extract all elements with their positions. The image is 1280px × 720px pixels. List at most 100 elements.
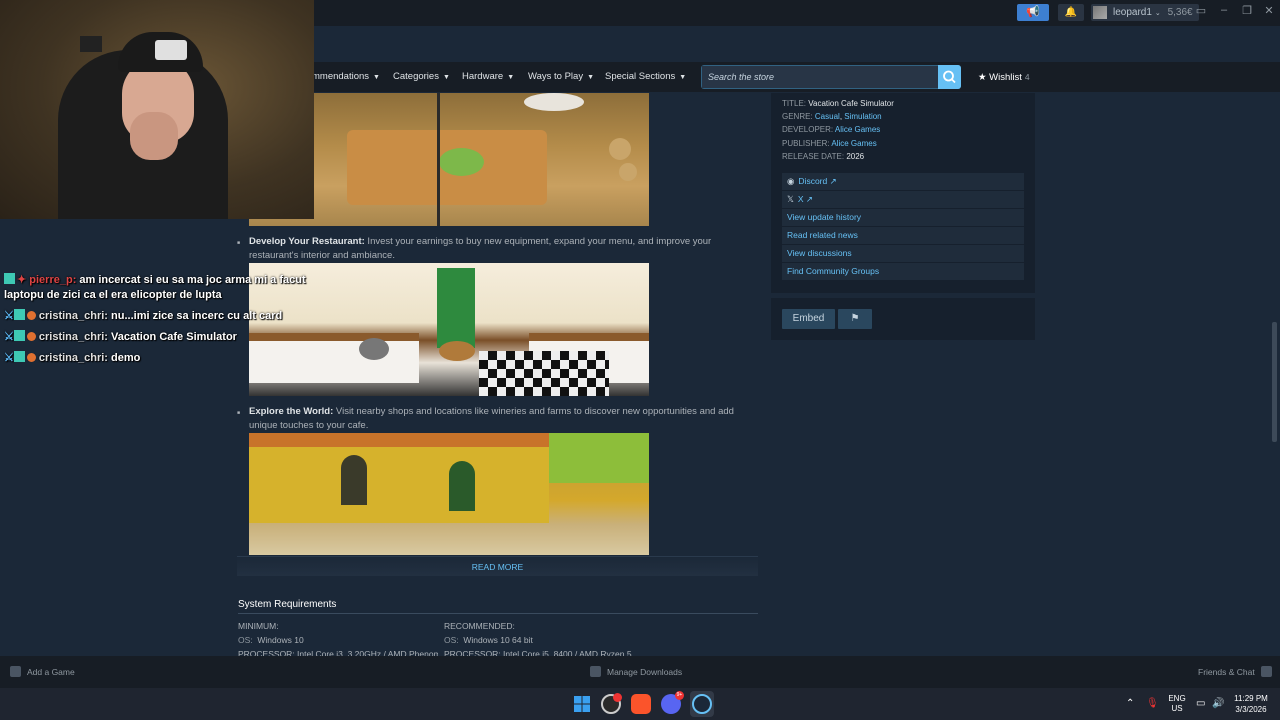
friends-chat-button[interactable]: Friends & Chat [1198, 656, 1272, 688]
windows-taskbar: 9+ ⌃ 🎙 ENG US ▭ 🔊 11:29 PM 3/3/2026 [0, 688, 1280, 720]
chat-user: ✦ pierre_p: [17, 274, 77, 286]
chat-message: ⚔ cristina_chri: Vacation Cafe Simulator [4, 330, 237, 345]
search-button[interactable] [938, 65, 961, 89]
report-button[interactable]: ⚑ [838, 309, 872, 329]
minimize-icon[interactable]: – [1216, 4, 1232, 16]
min-processor: PROCESSOR: Intel Core i3, 3.20GHz / AMD … [238, 649, 438, 656]
chevron-down-icon: ▼ [442, 74, 450, 81]
os-label: OS: [238, 635, 253, 645]
bell-icon[interactable]: 🔔 [1058, 4, 1084, 21]
maximize-icon[interactable]: ❐ [1239, 4, 1255, 17]
update-history-link[interactable]: View update history [782, 209, 1024, 226]
wallet-balance: 5,36€ [1167, 7, 1193, 18]
bullet-title: Develop Your Restaurant: [249, 236, 365, 247]
potato [619, 163, 637, 181]
bits-badge-icon [26, 332, 36, 341]
title-row: TITLE: Vacation Cafe Simulator [782, 99, 894, 108]
nav-ways-to-play[interactable]: Ways to Play ▼ [528, 62, 594, 92]
friends-chat-label: Friends & Chat [1198, 667, 1255, 677]
clock[interactable]: 11:29 PM 3/3/2026 [1228, 693, 1274, 720]
bullet-title: Explore the World: [249, 406, 334, 417]
wishlist-label: Wishlist [989, 72, 1022, 83]
discord-link[interactable]: ◉ Discord ↗ [782, 173, 1024, 190]
title-value: Vacation Cafe Simulator [808, 99, 894, 108]
title-label: TITLE: [782, 99, 807, 108]
nav-hardware[interactable]: Hardware ▼ [462, 62, 514, 92]
page-scrollbar[interactable] [1272, 322, 1277, 442]
chat-username: cristina_chri: [38, 331, 108, 343]
discord-icon: ◉ [787, 176, 795, 186]
discussions-link[interactable]: View discussions [782, 245, 1024, 262]
release-value: 2026 [846, 152, 865, 161]
windows-start-icon[interactable] [572, 694, 592, 714]
game-details-panel: TITLE: Vacation Cafe Simulator GENRE: Ca… [771, 93, 1035, 293]
x-link[interactable]: 𝕏X ↗ [782, 191, 1024, 208]
embed-button[interactable]: Embed [782, 309, 835, 329]
external-link-icon: ↗ [829, 176, 837, 186]
related-news-link[interactable]: Read related news [782, 227, 1024, 244]
chevron-down-icon: ▼ [679, 74, 687, 81]
developer-link[interactable]: Alice Games [835, 125, 880, 134]
os-value: Windows 10 [257, 635, 304, 645]
external-link-icon: ↗ [805, 194, 814, 204]
megaphone-icon[interactable]: 📢 [1017, 4, 1049, 21]
account-menu[interactable]: leopard1 ⌄ 5,36€ [1091, 4, 1199, 21]
discord-badge: 9+ [675, 691, 684, 700]
close-icon[interactable]: ✕ [1261, 4, 1277, 17]
developer-row: DEVELOPER: Alice Games [782, 125, 880, 134]
sword-icon: ⚔ [4, 310, 14, 322]
volume-icon[interactable]: 🔊 [1212, 698, 1224, 709]
add-game-label: Add a Game [27, 667, 75, 677]
read-more-button[interactable]: READ MORE [237, 556, 758, 576]
nav-special-sections[interactable]: Special Sections ▼ [605, 62, 686, 92]
time: 11:29 PM [1234, 694, 1268, 703]
avatar [1093, 6, 1107, 19]
username: leopard1 [1113, 7, 1152, 18]
publisher-link[interactable]: Alice Games [831, 139, 876, 148]
green-door [437, 268, 475, 348]
search-input[interactable] [702, 66, 938, 88]
brave-icon[interactable] [631, 694, 651, 714]
download-icon [590, 666, 601, 677]
green-building [549, 433, 649, 483]
wishlist-link[interactable]: ★ Wishlist 4 [978, 62, 1030, 92]
language-indicator[interactable]: ENG US [1166, 694, 1188, 720]
divider [238, 613, 758, 614]
arched-window [341, 455, 367, 505]
cap-logo [155, 40, 187, 60]
obs-icon[interactable] [601, 693, 622, 714]
feature-bullet: Develop Your Restaurant: Invest your ear… [237, 235, 752, 263]
notification-dot [613, 693, 622, 702]
arched-door [449, 461, 475, 511]
subscriber-badge-icon [13, 309, 25, 320]
genre-link[interactable]: Simulation [844, 112, 881, 121]
chat-text: nu...imi zice sa incerc cu alt card [111, 310, 283, 322]
community-groups-link[interactable]: Find Community Groups [782, 263, 1024, 280]
cucumber [439, 148, 484, 176]
microphone-icon[interactable]: 🎙 [1146, 698, 1159, 709]
bowl [524, 93, 584, 111]
chat-username: cristina_chri: [38, 352, 108, 364]
nav-categories[interactable]: Categories ▼ [393, 62, 450, 92]
network-icon[interactable]: ▭ [1196, 698, 1205, 709]
chat-text: demo [111, 352, 141, 364]
big-picture-icon[interactable]: ▭ [1193, 4, 1209, 17]
store-search [701, 65, 961, 89]
release-row: RELEASE DATE: 2026 [782, 152, 864, 161]
checkered-floor [479, 351, 609, 396]
windows-logo [574, 696, 590, 712]
manage-downloads-button[interactable]: Manage Downloads [590, 656, 682, 688]
discord-icon[interactable]: 9+ [661, 691, 684, 714]
steam-icon[interactable] [692, 694, 712, 714]
chevron-down-icon: ▼ [373, 74, 380, 81]
manage-downloads-label: Manage Downloads [607, 667, 683, 677]
region-label: US [1171, 704, 1183, 713]
chevron-down-icon: ▼ [587, 74, 595, 81]
add-game-button[interactable]: Add a Game [10, 656, 75, 688]
nav-recommendations[interactable]: mmendations ▼ [312, 62, 380, 92]
genre-link[interactable]: Casual [815, 112, 840, 121]
chevron-up-icon[interactable]: ⌃ [1126, 698, 1134, 709]
chat-icon [1260, 666, 1272, 677]
os-value: Windows 10 64 bit [463, 635, 533, 645]
rec-os: OS: Windows 10 64 bit [444, 635, 533, 645]
